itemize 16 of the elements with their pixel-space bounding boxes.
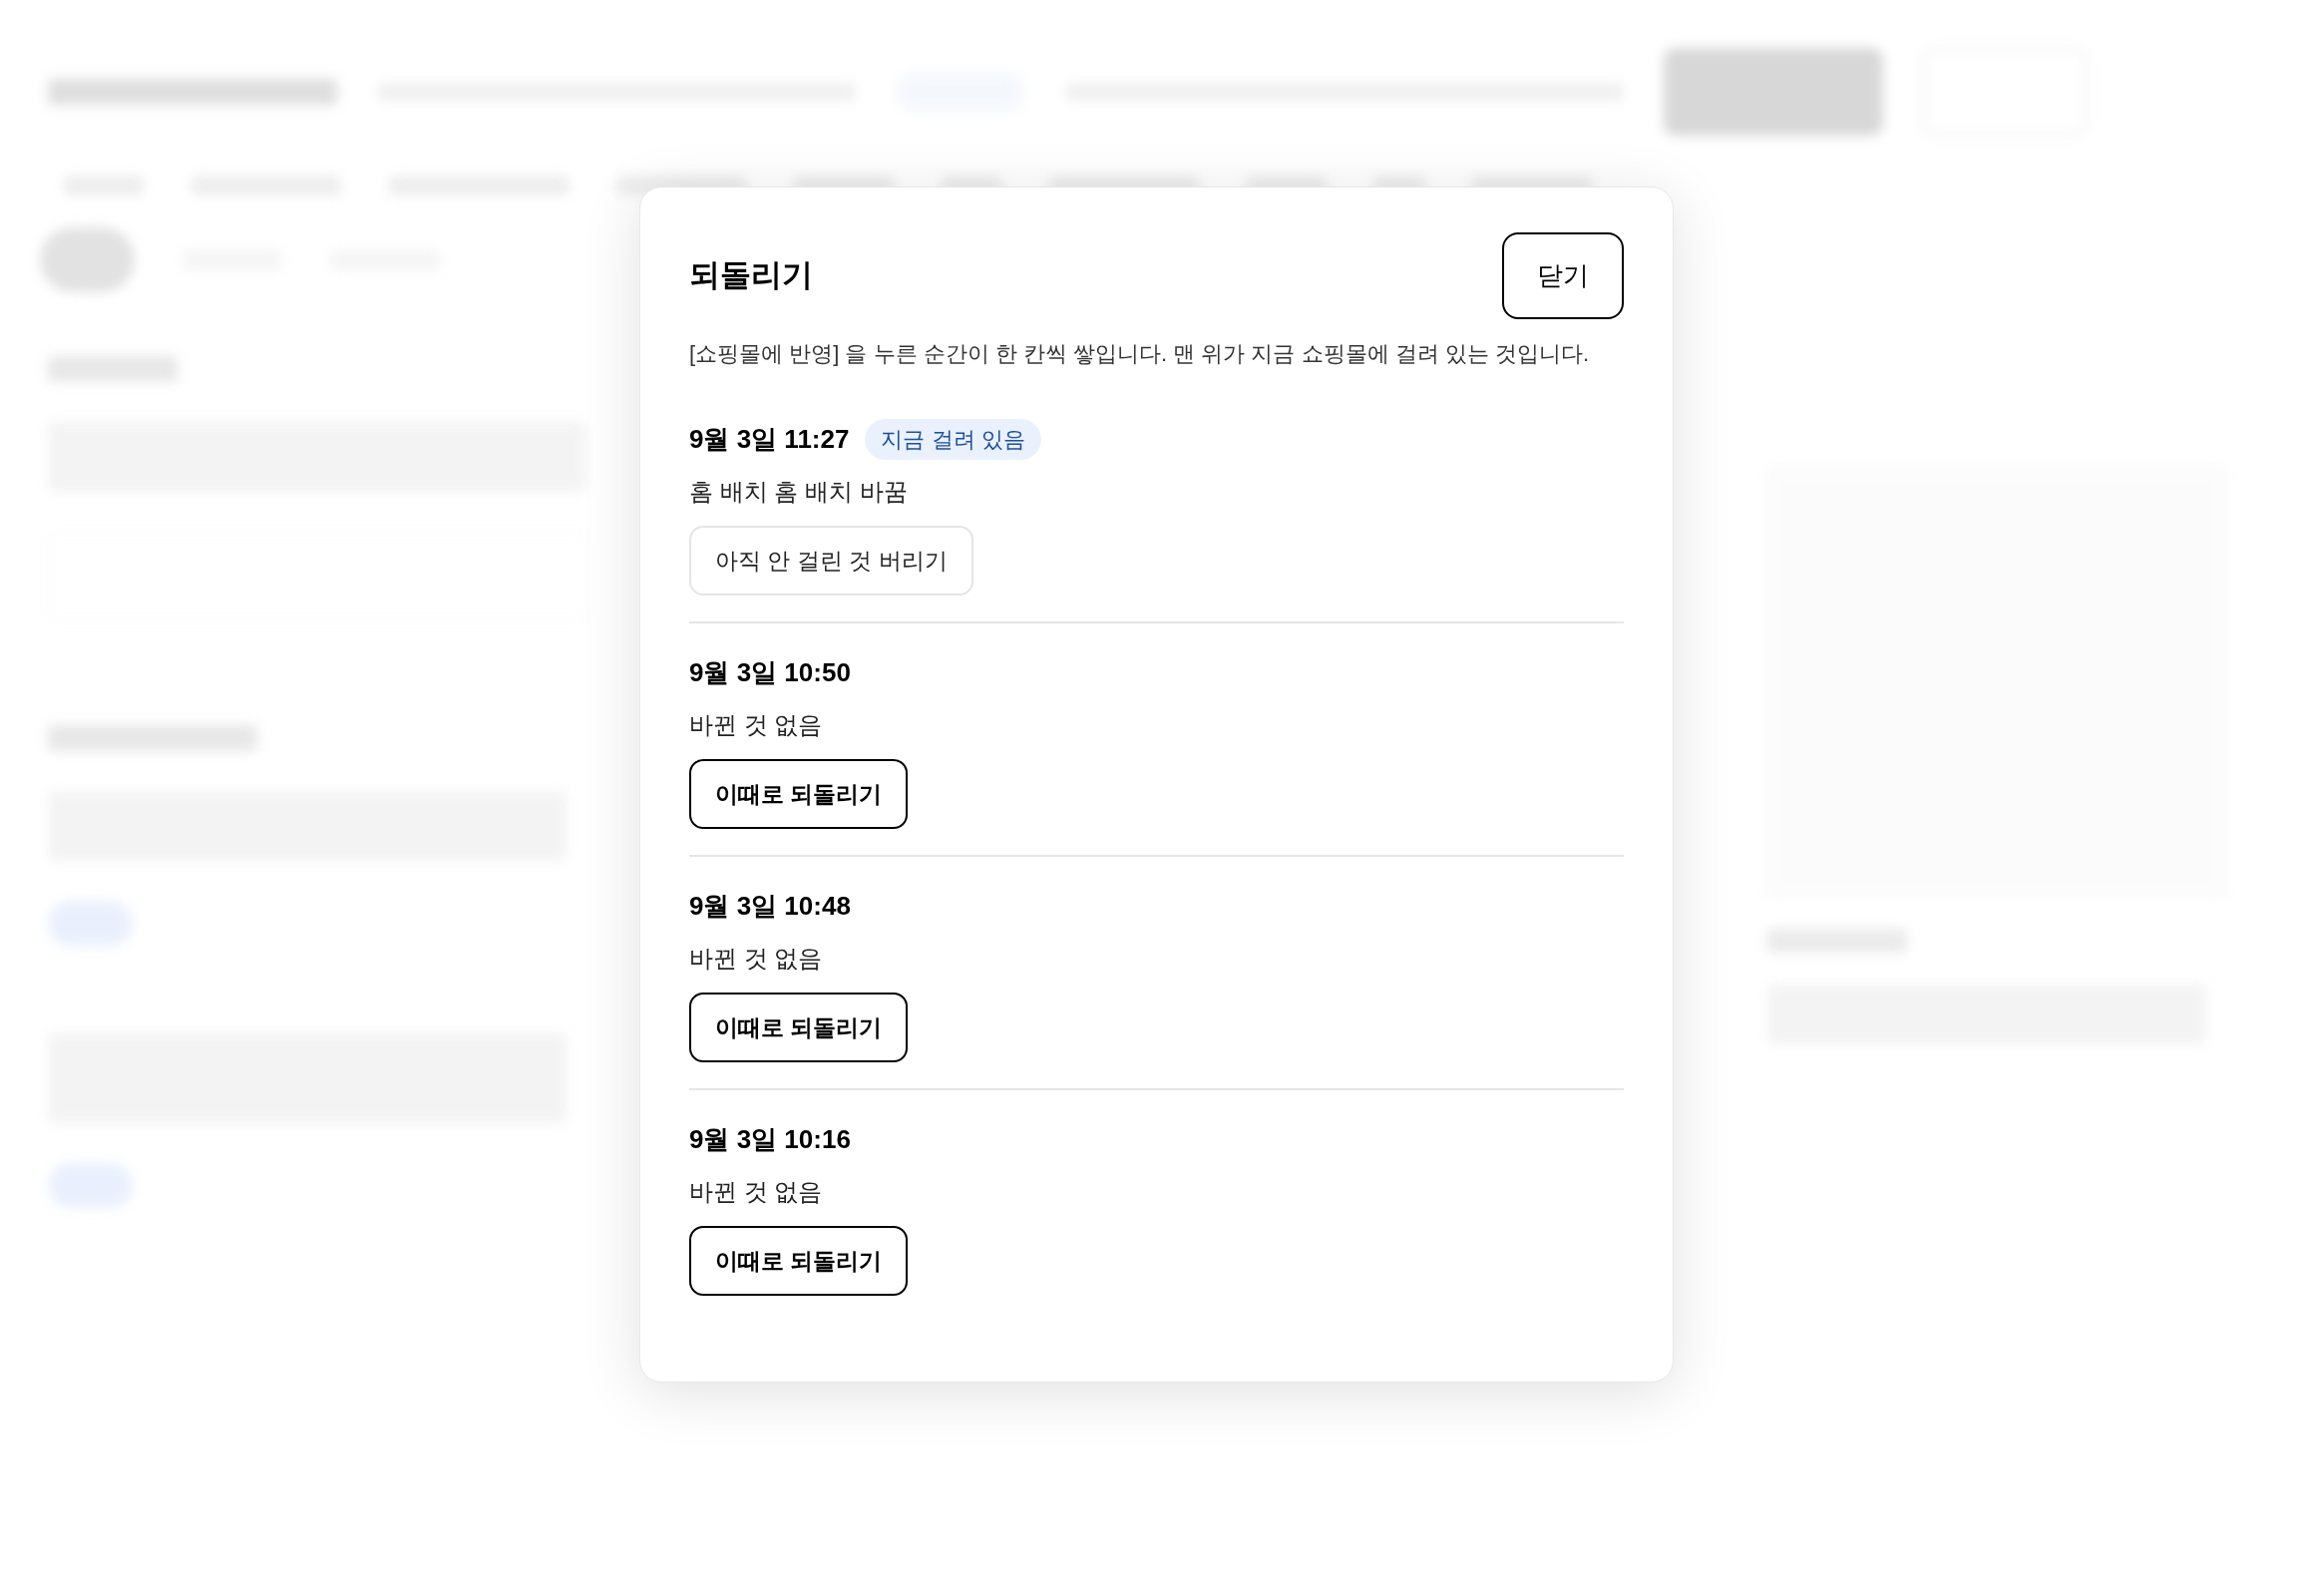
history-time: 9월 3일 10:50 (689, 655, 851, 689)
history-time: 9월 3일 10:48 (689, 889, 851, 923)
change-summary: 바뀐 것 없음 (689, 710, 824, 740)
history-time: 9월 3일 10:16 (689, 1122, 851, 1156)
dialog-title: 되돌리기 (689, 256, 813, 295)
close-button[interactable]: 닫기 (1502, 232, 1624, 319)
status-badge: 지금 걸려 있음 (865, 418, 1041, 460)
change-summary: 바뀐 것 없음 (689, 1177, 824, 1207)
history-action-button[interactable]: 아직 안 걸린 것 버리기 (689, 526, 973, 596)
dialog-description: [쇼핑몰에 반영] 을 누른 순간이 한 칸씩 쌓입니다. 맨 위가 지금 쇼핑몰에 걸려 있는 것입니다. (689, 340, 1591, 368)
change-summary: 홈 배치 홈 배치 바꿈 (689, 477, 909, 507)
history-time: 9월 3일 11:27 (689, 422, 850, 456)
history-action-button[interactable]: 이때로 되돌리기 (689, 993, 909, 1062)
history-action-button[interactable]: 이때로 되돌리기 (689, 1226, 909, 1296)
change-summary: 바뀐 것 없음 (689, 944, 824, 974)
history-action-button[interactable]: 이때로 되돌리기 (689, 759, 909, 829)
